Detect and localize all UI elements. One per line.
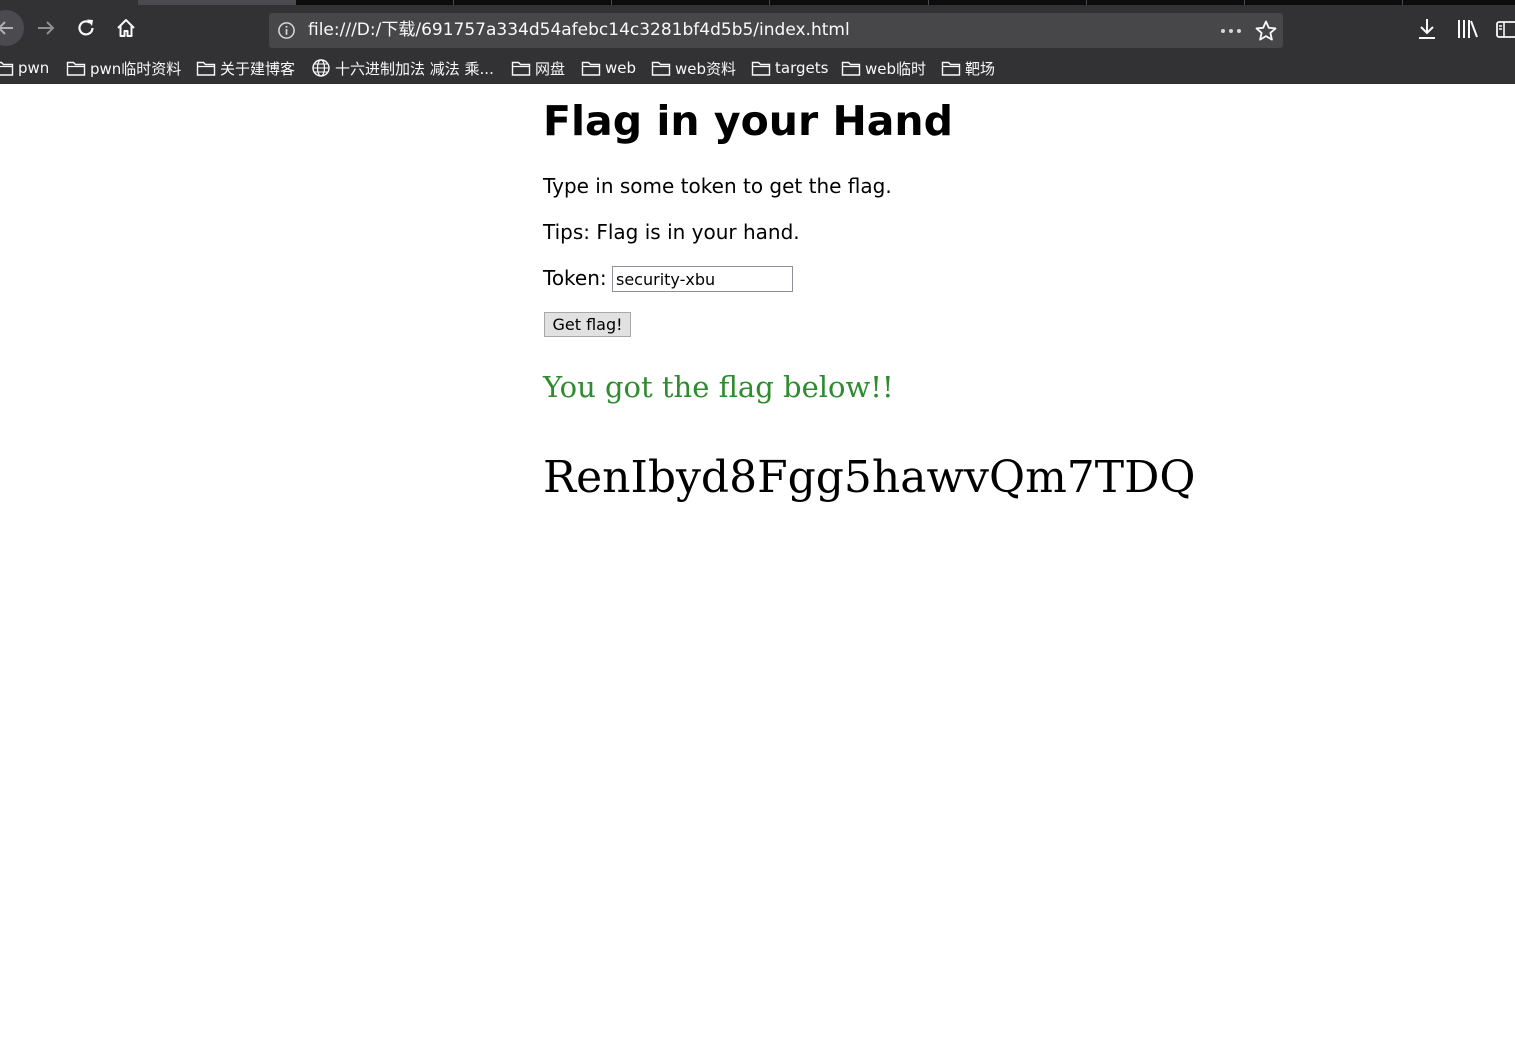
bookmark-blog[interactable]: 关于建博客	[196, 56, 295, 80]
folder-icon	[511, 61, 531, 76]
downloads-icon[interactable]	[1414, 15, 1440, 43]
bookmark-star-icon[interactable]	[1254, 19, 1278, 43]
back-arrow-icon	[0, 21, 13, 35]
bookmark-pwn-temp[interactable]: pwn临时资料	[66, 56, 181, 80]
folder-icon	[581, 61, 601, 76]
folder-icon	[0, 61, 14, 76]
bookmark-label: pwn	[18, 59, 50, 77]
globe-icon	[312, 59, 330, 77]
home-button[interactable]	[110, 12, 142, 44]
bookmark-label: web	[605, 59, 637, 77]
instruction-text: Type in some token to get the flag.	[543, 174, 892, 198]
folder-icon	[651, 61, 671, 76]
folder-icon	[66, 61, 86, 76]
folder-icon	[751, 61, 771, 76]
bookmarks-toolbar: pwn pwn临时资料 关于建博客 十六进制加法 减法 乘... 网盘 web …	[0, 53, 1515, 84]
reload-icon	[78, 19, 94, 36]
forward-arrow-icon	[38, 21, 55, 35]
bookmark-label: 十六进制加法 减法 乘...	[335, 59, 494, 78]
bookmark-label: targets	[775, 59, 829, 77]
bookmark-web-resources[interactable]: web资料	[651, 56, 736, 80]
more-actions-icon[interactable]	[1219, 21, 1243, 40]
bookmark-label: web资料	[675, 59, 737, 78]
page-title: Flag in your Hand	[543, 97, 953, 145]
get-flag-button[interactable]: Get flag!	[544, 312, 631, 337]
bookmark-pwn[interactable]: pwn	[0, 56, 49, 80]
library-icon[interactable]	[1455, 15, 1481, 43]
bookmark-label: pwn临时资料	[90, 59, 182, 78]
bookmark-web[interactable]: web	[581, 56, 636, 80]
url-text[interactable]: file:///D:/下载/691757a334d54afebc14c3281b…	[308, 13, 850, 48]
forward-button[interactable]	[30, 12, 62, 44]
reload-button[interactable]	[70, 12, 102, 44]
bookmark-web-temp[interactable]: web临时	[841, 56, 926, 80]
back-button[interactable]	[0, 10, 24, 46]
navigation-toolbar: file:///D:/下载/691757a334d54afebc14c3281b…	[0, 5, 1515, 53]
bookmark-label: 靶场	[965, 59, 996, 78]
bookmark-label: 关于建博客	[220, 59, 296, 78]
info-icon[interactable]	[277, 21, 296, 40]
sidebar-icon[interactable]	[1494, 15, 1515, 43]
bookmark-hex-calc[interactable]: 十六进制加法 减法 乘...	[311, 56, 494, 80]
browser-chrome: file:///D:/下载/691757a334d54afebc14c3281b…	[0, 0, 1515, 84]
tips-text: Tips: Flag is in your hand.	[543, 220, 800, 244]
folder-icon	[196, 61, 216, 76]
token-label: Token:	[543, 266, 607, 290]
folder-icon	[941, 61, 961, 76]
address-bar[interactable]: file:///D:/下载/691757a334d54afebc14c3281b…	[269, 13, 1283, 48]
success-message: You got the flag below!!	[543, 370, 894, 404]
folder-icon	[841, 61, 861, 76]
bookmark-label: 网盘	[535, 59, 566, 78]
bookmark-range[interactable]: 靶场	[941, 56, 995, 80]
bookmark-label: web临时	[865, 59, 927, 78]
home-icon	[117, 19, 135, 37]
bookmark-netdisk[interactable]: 网盘	[511, 56, 565, 80]
flag-value: RenIbyd8Fgg5hawvQm7TDQ	[543, 452, 1196, 503]
token-input[interactable]	[612, 266, 793, 292]
bookmark-targets[interactable]: targets	[751, 56, 828, 80]
